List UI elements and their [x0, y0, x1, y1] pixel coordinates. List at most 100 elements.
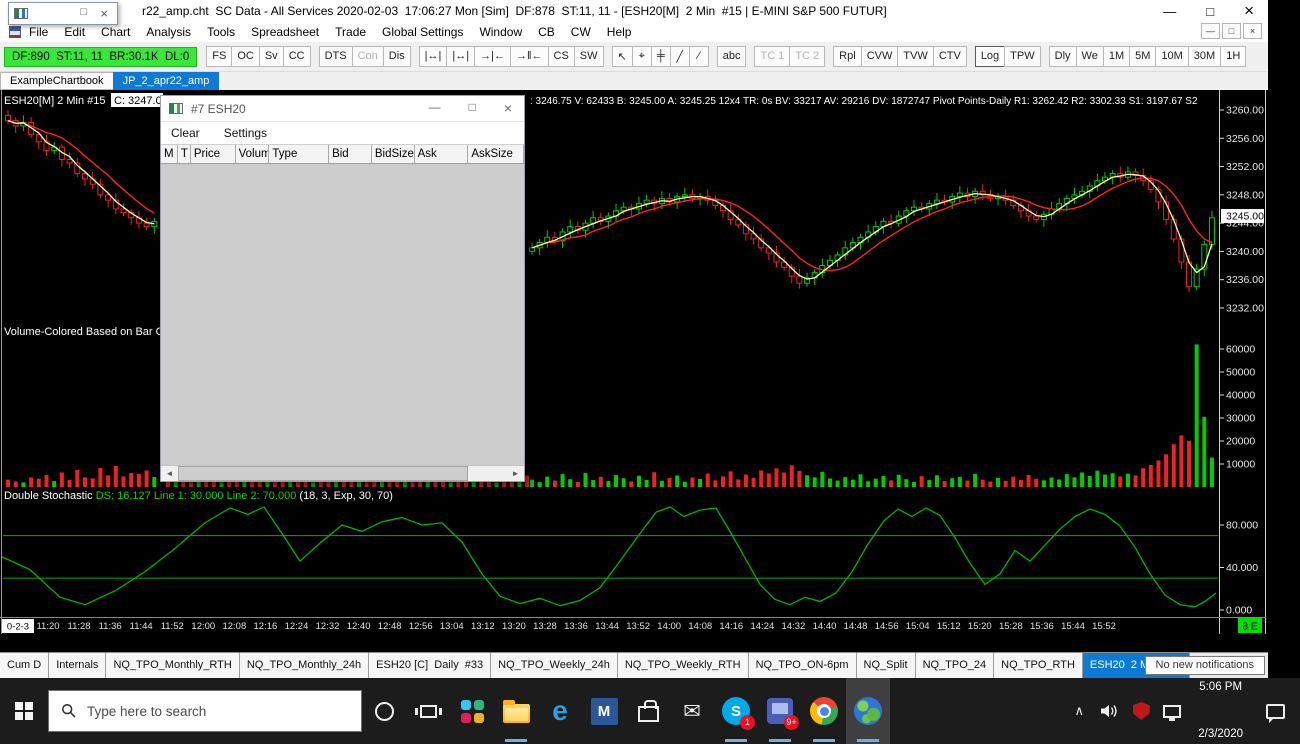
menu-spreadsheet[interactable]: Spreadsheet [243, 23, 327, 41]
ts-scroll-right-button[interactable]: ► [507, 466, 524, 481]
30-minute-button[interactable]: 30M [1187, 46, 1222, 67]
cortana-button[interactable] [362, 678, 406, 744]
minimize-button[interactable]: — [1163, 4, 1176, 19]
ts-close-button[interactable]: × [504, 100, 512, 116]
menu-file[interactable]: File [21, 23, 56, 41]
ts-maximize-button[interactable]: □ [469, 100, 476, 116]
mdi-restore-button[interactable]: □ [1222, 23, 1241, 39]
line-tool-icon-button[interactable]: ╱ [669, 46, 690, 67]
ts-column-type[interactable]: Type [269, 145, 330, 163]
ts-scroll-left-button[interactable]: ◄ [161, 466, 178, 481]
disconnect-button[interactable]: Dis [382, 46, 411, 67]
chrome-browser-button[interactable] [802, 678, 846, 744]
increase-bar-spacing-icon-button[interactable]: |↔| [418, 46, 448, 67]
ts-column-t[interactable]: T [178, 145, 191, 163]
chart-tab-nq-tpo-monthly-24h[interactable]: NQ_TPO_Monthly_24h [239, 653, 370, 678]
mcafee-tray-button[interactable] [1130, 691, 1152, 731]
pointer-tool-icon-button[interactable]: ↖ [611, 46, 633, 67]
tray-expand-button[interactable]: ∧ [1068, 691, 1090, 731]
compress-bars-icon-button[interactable]: →|← [474, 46, 511, 67]
chart-tab-cum-d[interactable]: Cum D [0, 653, 50, 678]
taskbar-clock[interactable]: 5:06 PM 2/3/2020 [1198, 649, 1243, 744]
replay-button[interactable]: Rpl [833, 46, 862, 67]
network-tray-button[interactable] [1161, 691, 1183, 731]
mdi-close-button[interactable]: × [1243, 23, 1262, 39]
decrease-bar-spacing-icon-button[interactable]: |↔| [446, 46, 476, 67]
oc-button[interactable]: OC [231, 46, 260, 67]
10-minute-button[interactable]: 10M [1155, 46, 1189, 67]
mail-app-button[interactable]: ✉ [670, 678, 714, 744]
photos-app-button[interactable]: 9+ [758, 678, 802, 744]
ts-title-bar[interactable]: #7 ESH20 — □ × [161, 96, 524, 122]
ts-column-asksize[interactable]: AskSize [468, 145, 524, 163]
close-button[interactable]: × [1244, 1, 1254, 21]
tvw-button[interactable]: TVW [897, 46, 934, 67]
ts-horizontal-scrollbar[interactable]: ◄ ► [161, 465, 524, 481]
text-tool-button[interactable]: abc [716, 46, 747, 67]
connect-button[interactable]: Con [351, 46, 384, 67]
mini-maximize-button[interactable]: □ [80, 6, 87, 18]
chartbook-tab-examplechartbook[interactable]: ExampleChartbook [0, 72, 114, 90]
chartbook-tab-jp_2_apr22_amp[interactable]: JP_2_apr22_amp [112, 72, 220, 90]
log-scale-button[interactable]: Log [974, 46, 1006, 67]
ts-column-ask[interactable]: Ask [415, 145, 469, 163]
menu-chart[interactable]: Chart [93, 23, 138, 41]
values-tool-icon-button[interactable]: ╪ [650, 46, 671, 67]
menu-help[interactable]: Help [599, 23, 640, 41]
menu-analysis[interactable]: Analysis [138, 23, 199, 41]
ts-column-bid[interactable]: Bid [329, 145, 372, 163]
start-button[interactable] [0, 678, 48, 744]
mini-close-button[interactable]: × [100, 6, 108, 21]
chart-tab-nq-tpo-monthly-rth[interactable]: NQ_TPO_Monthly_RTH [106, 653, 240, 678]
ts-column-volum[interactable]: Volum [236, 145, 270, 163]
chart-tab-nq-tpo-weekly-24h[interactable]: NQ_TPO_Weekly_24h [491, 653, 618, 678]
menu-edit[interactable]: Edit [56, 23, 93, 41]
chart-tab-esh20-c-daily-33[interactable]: ESH20 [C] Daily #33 [369, 653, 492, 678]
ctv-button[interactable]: CTV [932, 46, 967, 67]
ts-menu-settings[interactable]: Settings [224, 126, 267, 140]
weekly-button[interactable]: We [1075, 46, 1104, 67]
menu-cw[interactable]: CW [563, 23, 599, 41]
chart-tab-nq-split[interactable]: NQ_Split [856, 653, 916, 678]
volume-button[interactable] [1099, 691, 1121, 731]
edge-browser-button[interactable]: e [538, 678, 582, 744]
menu-tools[interactable]: Tools [199, 23, 243, 41]
fs-button[interactable]: FS [206, 46, 233, 67]
cvw-button[interactable]: CVW [860, 46, 899, 67]
file-explorer-button[interactable] [494, 678, 538, 744]
tpw-button[interactable]: TPW [1004, 46, 1041, 67]
ray-tool-icon-button[interactable]: ∕ [688, 46, 709, 67]
ts-menu-clear[interactable]: Clear [171, 126, 200, 140]
ts-scrollbar-track[interactable] [178, 466, 507, 481]
menu-trade[interactable]: Trade [327, 23, 374, 41]
tc1-button[interactable]: TC 1 [754, 46, 791, 67]
time-and-sales-window[interactable]: #7 ESH20 — □ × Clear Settings M T Price Vol… [160, 95, 525, 482]
slack-app-button[interactable] [450, 678, 494, 744]
ts-column-m[interactable]: M [161, 145, 178, 163]
cs-button[interactable]: CS [547, 46, 575, 67]
ts-column-price[interactable]: Price [191, 145, 236, 163]
menu-global-settings[interactable]: Global Settings [374, 23, 471, 41]
search-input[interactable] [87, 703, 337, 719]
ts-scrollbar-thumb[interactable] [178, 466, 468, 481]
task-view-button[interactable] [406, 678, 450, 744]
sierra-chart-taskbar-button[interactable] [846, 678, 890, 744]
menu-cb[interactable]: CB [530, 23, 563, 41]
menu-window[interactable]: Window [471, 23, 530, 41]
1-minute-button[interactable]: 1M [1102, 46, 1131, 67]
microsoft-store-button[interactable] [626, 678, 670, 744]
mdi-minimize-button[interactable]: — [1201, 23, 1220, 39]
chart-tab-internals[interactable]: Internals [49, 653, 107, 678]
expand-bars-icon-button[interactable]: →‖← [509, 46, 549, 67]
tc2-button[interactable]: TC 2 [789, 46, 826, 67]
crosshair-tool-icon-button[interactable]: ⌖ [631, 46, 652, 67]
cc-button[interactable]: CC [282, 46, 311, 67]
sv-button[interactable]: Sv [258, 46, 284, 67]
office-app-button[interactable]: M [582, 678, 626, 744]
sw-button[interactable]: SW [573, 46, 604, 67]
chart-tab-nq-tpo-24[interactable]: NQ_TPO_24 [915, 653, 995, 678]
daily-button[interactable]: Dly [1048, 46, 1077, 67]
mini-floating-window[interactable]: □ × [8, 2, 118, 25]
action-center-button[interactable] [1258, 691, 1292, 731]
ts-column-bidsize[interactable]: BidSize [372, 145, 415, 163]
